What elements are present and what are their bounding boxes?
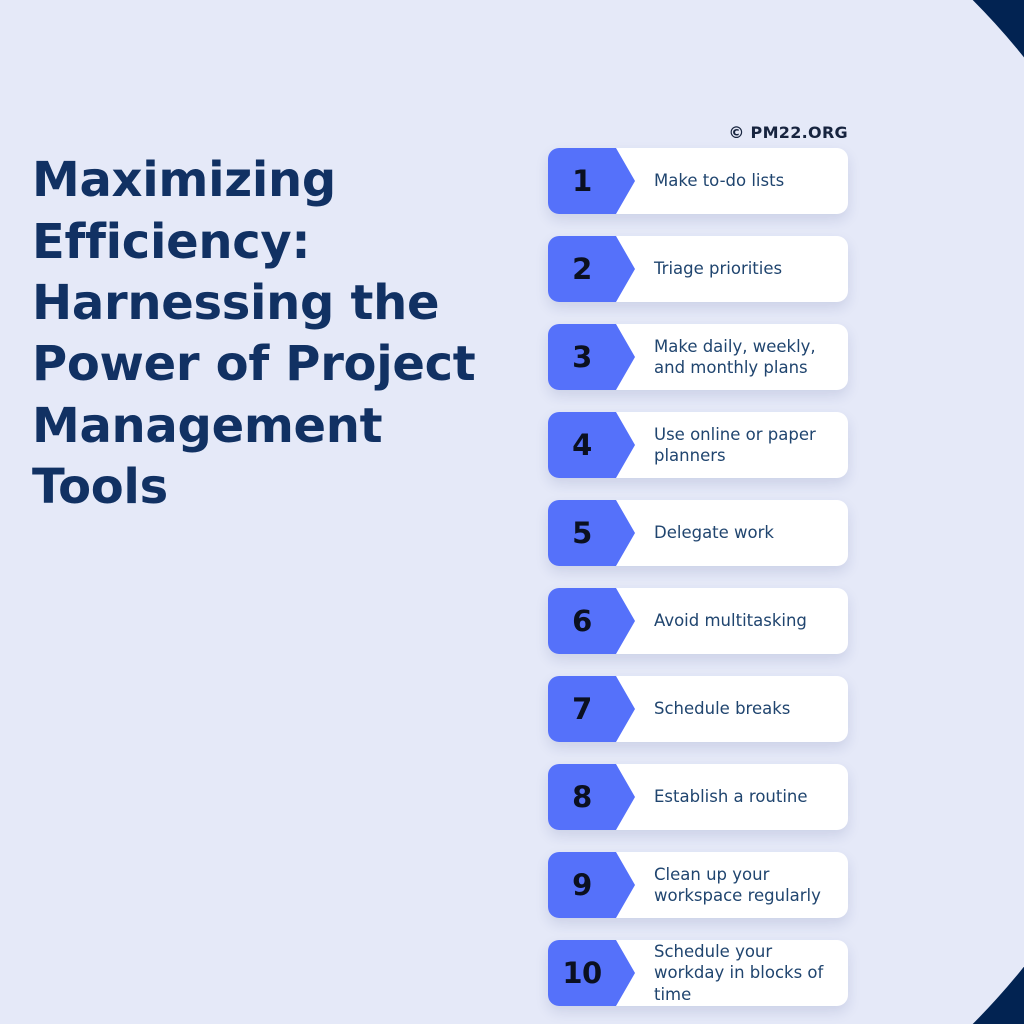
list-item-9[interactable]: 9 Clean up your workspace regularly [548, 852, 848, 918]
list-item-number-badge: 8 [548, 764, 635, 830]
list-item-number-badge: 5 [548, 500, 635, 566]
infographic-canvas: Maximizing Efficiency: Harnessing the Po… [0, 0, 1024, 1024]
list-item-number-badge: 4 [548, 412, 635, 478]
list-item-3[interactable]: 3 Make daily, weekly, and monthly plans [548, 324, 848, 390]
list-item-label: Schedule your workday in blocks of time [654, 942, 824, 1004]
list-item-8[interactable]: 8 Establish a routine [548, 764, 848, 830]
list-item-label: Use online or paper planners [654, 424, 816, 465]
list-item-6[interactable]: 6 Avoid multitasking [548, 588, 848, 654]
copyright-watermark: © PM22.ORG [728, 123, 848, 142]
list-item-1[interactable]: 1 Make to-do lists [548, 148, 848, 214]
list-item-label: Avoid multitasking [654, 611, 807, 631]
list-item-label: Establish a routine [654, 787, 808, 807]
list-item-label: Make to-do lists [654, 171, 785, 191]
list-item-label: Delegate work [654, 523, 774, 543]
tips-list: 1 Make to-do lists 2 Triage priorities 3… [548, 148, 848, 1024]
list-item-number-badge: 2 [548, 236, 635, 302]
list-item-label: Schedule breaks [654, 699, 791, 719]
list-item-number-badge: 3 [548, 324, 635, 390]
page-title: Maximizing Efficiency: Harnessing the Po… [32, 152, 476, 516]
list-item-number-badge: 1 [548, 148, 635, 214]
list-item-7[interactable]: 7 Schedule breaks [548, 676, 848, 742]
list-item-number-badge: 7 [548, 676, 635, 742]
list-item-label: Clean up your workspace regularly [654, 864, 821, 905]
list-item-5[interactable]: 5 Delegate work [548, 500, 848, 566]
list-item-number-badge: 6 [548, 588, 635, 654]
list-item-4[interactable]: 4 Use online or paper planners [548, 412, 848, 478]
list-item-number-badge: 9 [548, 852, 635, 918]
list-item-10[interactable]: 10 Schedule your workday in blocks of ti… [548, 940, 848, 1006]
list-item-number-badge: 10 [548, 940, 635, 1006]
list-item-label: Make daily, weekly, and monthly plans [654, 336, 816, 377]
list-item-label: Triage priorities [654, 259, 783, 279]
list-item-2[interactable]: 2 Triage priorities [548, 236, 848, 302]
